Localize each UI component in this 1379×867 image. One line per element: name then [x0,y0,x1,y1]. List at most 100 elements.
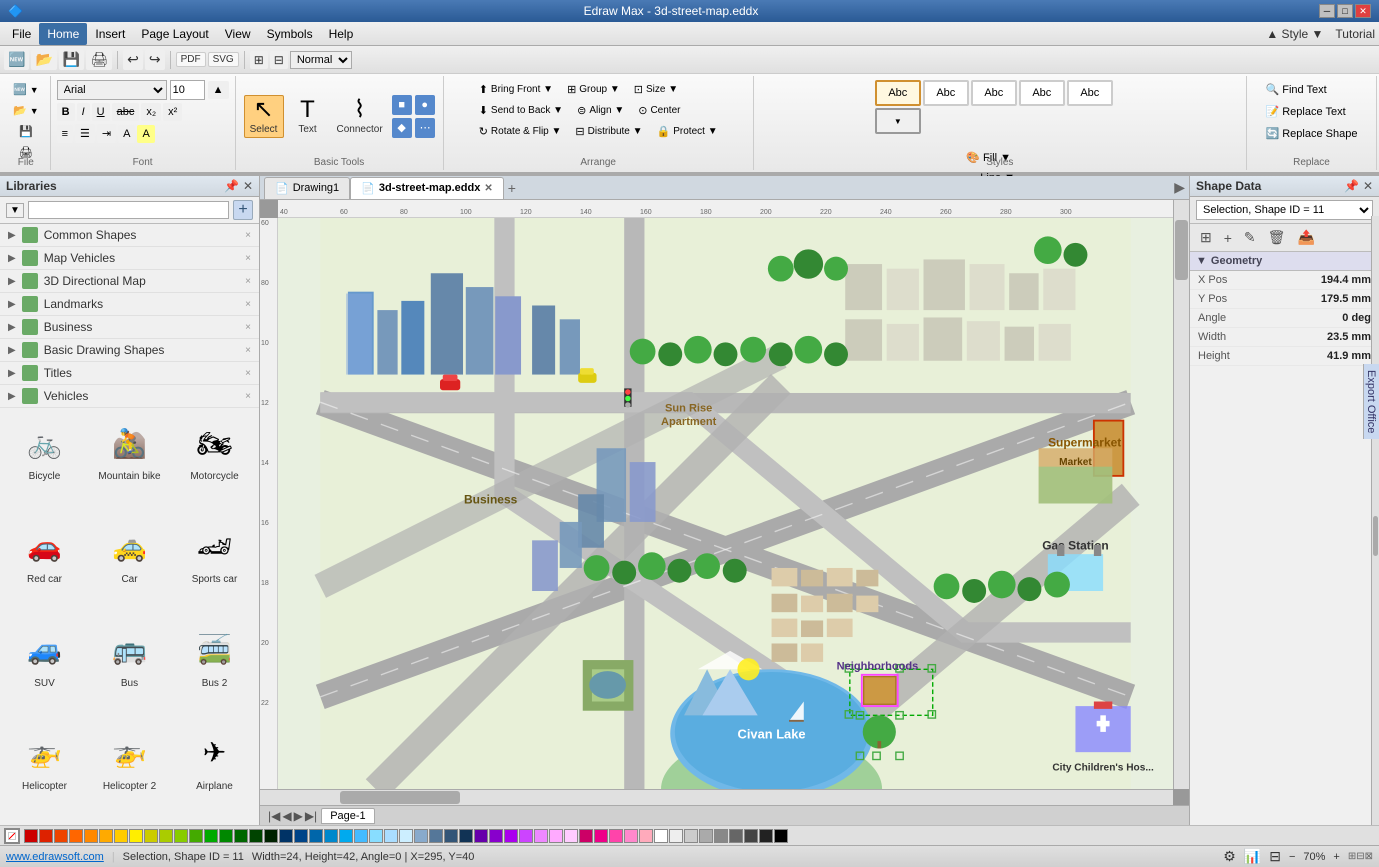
color-swatch[interactable] [564,829,578,843]
color-swatch[interactable] [579,829,593,843]
library-item-vehicles2[interactable]: ▶ Vehicles × [0,385,259,408]
color-swatch[interactable] [699,829,713,843]
color-swatch[interactable] [234,829,248,843]
thumbnail-car[interactable]: 🚕 Car [89,515,170,614]
sidebar-search-input[interactable] [28,201,229,219]
subscript-button[interactable]: x₂ [141,103,161,121]
open-file-button[interactable]: 📂 ▼ [8,101,44,120]
library-item-basic_drawing[interactable]: ▶ Basic Drawing Shapes × [0,339,259,362]
color-swatch[interactable] [534,829,548,843]
color-swatch[interactable] [354,829,368,843]
sidebar-close[interactable]: ✕ [243,179,253,193]
color-swatch[interactable] [144,829,158,843]
color-swatch[interactable] [114,829,128,843]
website-link[interactable]: www.edrawsoft.com [6,851,104,863]
svg-button[interactable]: SVG [208,52,239,67]
menu-help[interactable]: Help [321,23,362,45]
page-tab-1[interactable]: Page-1 [321,808,374,824]
style-box-4[interactable]: Abc [1019,80,1065,106]
italic-button[interactable]: I [77,103,90,121]
color-swatch[interactable] [159,829,173,843]
color-swatch[interactable] [39,829,53,843]
color-swatch[interactable] [129,829,143,843]
print-button[interactable]: 🖨 [86,49,112,70]
new-file-button[interactable]: 🆕 ▼ [8,80,44,99]
save-button[interactable]: 💾 [59,49,84,70]
indent-button[interactable]: ⇥ [97,124,116,143]
tab-street-map[interactable]: 📄 3d-street-map.eddx ✕ [350,177,504,199]
color-swatch[interactable] [324,829,338,843]
redo-button[interactable]: ↪ [145,49,165,70]
sidebar-pin[interactable]: 📌 [224,179,239,193]
undo-button[interactable]: ↩ [123,49,143,70]
thumbnail-red_car[interactable]: 🚗 Red car [4,515,85,614]
style-box-1[interactable]: Abc [875,80,921,106]
shape-data-close[interactable]: ✕ [1363,179,1373,193]
more-shapes-button[interactable]: ⋯ [415,118,435,138]
zoom-in-button[interactable]: + [1333,851,1339,863]
bold-button[interactable]: B [57,103,75,121]
library-item-common[interactable]: ▶ Common Shapes × [0,224,259,247]
pdf-button[interactable]: PDF [176,52,206,67]
color-swatch[interactable] [774,829,788,843]
color-swatch[interactable] [729,829,743,843]
align-button[interactable]: ⊜ Align ▼ [572,101,629,120]
list-button[interactable]: ☰ [75,124,95,143]
new-button[interactable]: 🆕 [4,49,29,70]
color-swatch[interactable] [399,829,413,843]
color-swatch[interactable] [654,829,668,843]
section-expand[interactable]: ▼ [1196,255,1207,267]
canvas-scrollbar-horizontal[interactable] [260,789,1173,805]
color-swatch[interactable] [339,829,353,843]
thumbnail-helicopter2[interactable]: 🚁 Helicopter 2 [89,722,170,821]
thumbnail-mountain_bike[interactable]: 🚵 Mountain bike [89,412,170,511]
send-back-button[interactable]: ⬇ Send to Back ▼ [474,101,568,120]
tab-close-button[interactable]: ✕ [484,183,492,194]
export-office-panel[interactable]: Export Office [1363,364,1379,439]
style-box-3[interactable]: Abc [971,80,1017,106]
color-swatch[interactable] [549,829,563,843]
grid-button[interactable]: ⊞ [250,51,268,69]
circle-button[interactable]: ● [415,95,435,115]
color-swatch[interactable] [714,829,728,843]
color-swatch[interactable] [24,829,38,843]
align-left-button[interactable]: ≡ [57,125,73,143]
library-item-titles[interactable]: ▶ Titles × [0,362,259,385]
thumbnail-motorcycle[interactable]: 🏍 Motorcycle [174,412,255,511]
select-tool-button[interactable]: ↖ Select [244,95,284,138]
color-swatch[interactable] [309,829,323,843]
text-color-button[interactable]: A [118,125,135,143]
color-swatch[interactable] [669,829,683,843]
menu-symbols[interactable]: Symbols [259,23,321,45]
page-prev-button[interactable]: ◀ [282,809,291,823]
maximize-button[interactable]: □ [1337,4,1353,18]
rotate-button[interactable]: ↻ Rotate & Flip ▼ [474,122,567,141]
color-swatch[interactable] [624,829,638,843]
tab-drawing1[interactable]: 📄 Drawing1 [264,177,350,199]
color-swatch[interactable] [204,829,218,843]
thumbnail-helicopter[interactable]: 🚁 Helicopter [4,722,85,821]
menu-view[interactable]: View [217,23,259,45]
close-button[interactable]: ✕ [1355,4,1371,18]
color-swatch[interactable] [444,829,458,843]
thumbnail-sports_car[interactable]: 🏎 Sports car [174,515,255,614]
library-item-landmarks[interactable]: ▶ Landmarks × [0,293,259,316]
center-button[interactable]: ⊙ Center [633,101,685,120]
style-box-6[interactable]: ▼ [875,108,921,134]
menu-insert[interactable]: Insert [87,23,133,45]
font-family-select[interactable]: Arial [57,80,167,100]
page-first-button[interactable]: |◀ [268,809,280,823]
color-swatch[interactable] [639,829,653,843]
status-settings[interactable]: ⚙ [1223,848,1236,865]
color-swatch[interactable] [759,829,773,843]
font-size-input[interactable] [170,80,205,100]
rectangle-button[interactable]: ■ [392,95,412,115]
shape3-button[interactable]: ◆ [392,118,412,138]
shape-data-add[interactable]: + [1220,228,1236,248]
shape-data-edit[interactable]: ✎ [1240,227,1260,248]
color-swatch[interactable] [99,829,113,843]
page-next-button[interactable]: ▶ [294,809,303,823]
color-swatch[interactable] [744,829,758,843]
replace-text-button[interactable]: 📝 Replace Text [1261,102,1363,121]
bring-front-button[interactable]: ⬆ Bring Front ▼ [474,80,558,99]
